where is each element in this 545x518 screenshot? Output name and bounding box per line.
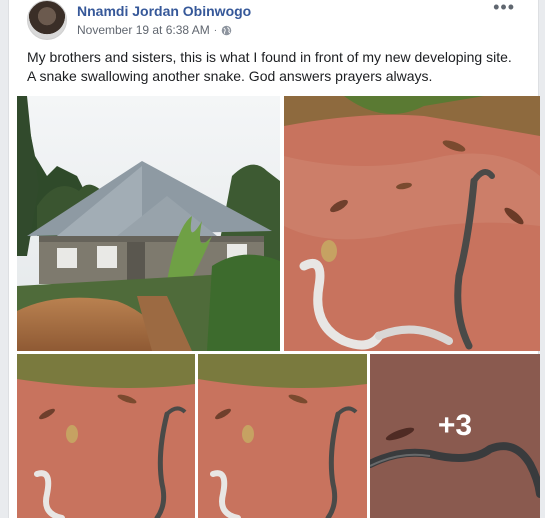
more-options-icon[interactable]: ••• (493, 0, 515, 16)
author-name[interactable]: Nnamdi Jordan Obinwogo (77, 3, 251, 19)
post-text: My brothers and sisters, this is what I … (27, 48, 532, 86)
snake-closeup-photo[interactable]: +3 (370, 354, 540, 518)
more-photos-count: +3 (437, 409, 473, 442)
avatar[interactable] (27, 0, 67, 40)
snakes-on-red-soil-photo[interactable] (198, 354, 367, 518)
house-photo[interactable] (17, 96, 280, 351)
post-text-line: My brothers and sisters, this is what I … (27, 49, 512, 65)
globe-icon[interactable] (221, 25, 232, 36)
post-meta: November 19 at 6:38 AM · (77, 23, 232, 37)
timestamp[interactable]: November 19 at 6:38 AM (77, 23, 210, 37)
post-card: Nnamdi Jordan Obinwogo November 19 at 6:… (8, 0, 540, 518)
post-header: Nnamdi Jordan Obinwogo November 19 at 6:… (27, 0, 527, 42)
snakes-on-red-soil-photo[interactable] (284, 96, 540, 351)
meta-separator: · (213, 24, 218, 36)
more-photos-overlay[interactable]: +3 (370, 354, 540, 518)
snakes-on-red-soil-photo[interactable] (17, 354, 195, 518)
post-text-line: A snake swallowing another snake. God an… (27, 68, 433, 84)
